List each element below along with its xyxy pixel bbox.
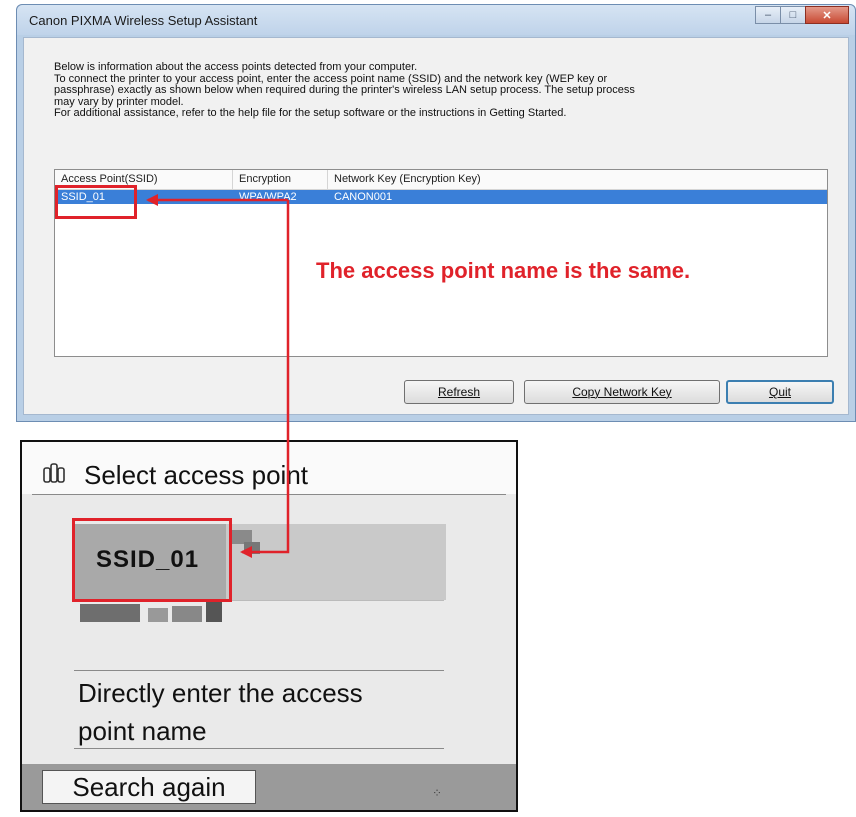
- connector-line: [240, 200, 290, 558]
- connector-arrows: [146, 194, 290, 558]
